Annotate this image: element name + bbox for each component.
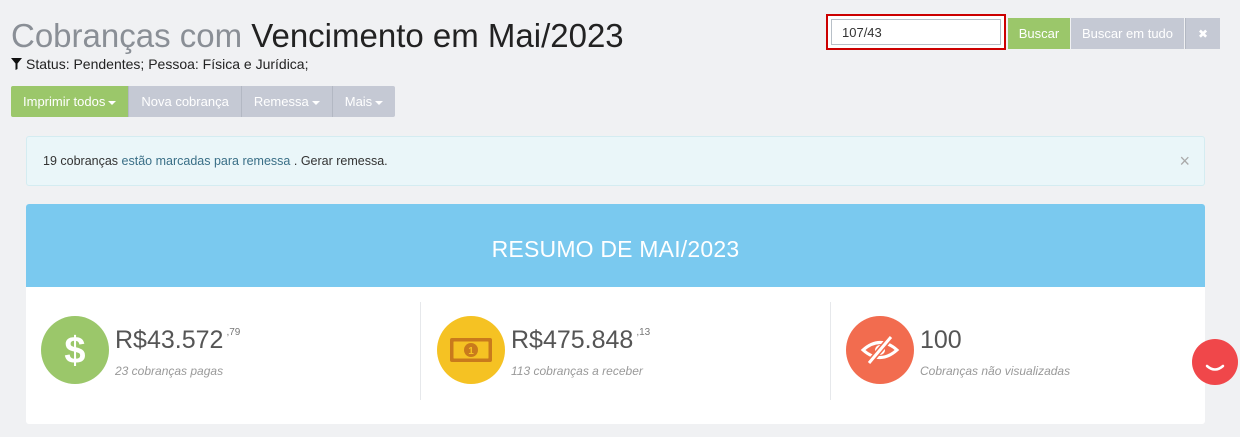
filter-icon xyxy=(11,58,22,70)
stat-not-viewed[interactable]: 100 Cobranças não visualizadas xyxy=(846,302,1186,400)
stat-paid-subtitle: 23 cobranças pagas xyxy=(115,364,224,378)
page-title: Cobranças com Vencimento em Mai/2023 xyxy=(11,16,624,56)
stat-paid-amount: R$43.572 xyxy=(115,326,224,354)
stat-paid-cents: ,79 xyxy=(226,327,241,338)
summary-card: RESUMO DE MAI/2023 $ R$43.572,79 23 cobr… xyxy=(26,204,1205,424)
stat-receivable-value: R$475.848,13 xyxy=(511,326,650,355)
print-all-button[interactable]: Imprimir todos xyxy=(11,86,130,117)
alert-remessa-link[interactable]: estão marcadas para remessa xyxy=(122,154,291,168)
active-filters: Status: Pendentes; Pessoa: Física e Jurí… xyxy=(11,56,308,72)
stat-not-viewed-value: 100 xyxy=(920,326,962,355)
more-label: Mais xyxy=(344,94,373,109)
search-input[interactable] xyxy=(831,19,1001,45)
clear-search-button[interactable]: ✖ xyxy=(1185,18,1220,49)
svg-text:1: 1 xyxy=(468,346,474,357)
chat-widget-button[interactable] xyxy=(1192,339,1238,385)
chat-icon xyxy=(1205,364,1225,371)
close-icon: ✖ xyxy=(1197,27,1209,41)
new-charge-label: Nova cobrança xyxy=(141,94,229,109)
filter-text: Status: Pendentes; Pessoa: Física e Jurí… xyxy=(26,56,309,72)
remessa-button[interactable]: Remessa xyxy=(241,86,333,117)
alert-generate-text[interactable]: . Gerar remessa. xyxy=(294,154,388,168)
more-button[interactable]: Mais xyxy=(332,86,396,117)
banknote-icon: 1 xyxy=(437,316,505,384)
dollar-icon: $ xyxy=(41,316,109,384)
caret-down-icon xyxy=(311,100,320,105)
page-title-main: Vencimento em Mai/2023 xyxy=(251,17,624,54)
new-charge-button[interactable]: Nova cobrança xyxy=(129,86,242,117)
stat-not-viewed-count: 100 xyxy=(920,326,962,354)
page-title-prefix: Cobranças com xyxy=(11,17,243,54)
search-all-button[interactable]: Buscar em tudo xyxy=(1071,18,1184,49)
eye-slash-icon xyxy=(846,316,914,384)
stat-receivable-amount: R$475.848 xyxy=(511,326,634,354)
stat-not-viewed-subtitle: Cobranças não visualizadas xyxy=(920,364,1071,378)
stat-receivable-subtitle: 113 cobranças a receber xyxy=(511,364,643,378)
divider xyxy=(420,302,421,400)
search-box xyxy=(826,14,1006,50)
divider xyxy=(830,302,831,400)
toolbar: Imprimir todos Nova cobrança Remessa Mai… xyxy=(11,86,396,117)
stat-receivable-cents: ,13 xyxy=(636,327,651,338)
remessa-alert: 19 cobranças estão marcadas para remessa… xyxy=(26,136,1205,186)
caret-down-icon xyxy=(375,100,384,105)
svg-text:$: $ xyxy=(64,330,85,370)
summary-title: RESUMO DE MAI/2023 xyxy=(26,204,1205,287)
stat-paid[interactable]: $ R$43.572,79 23 cobranças pagas xyxy=(41,302,421,400)
alert-count: 19 cobranças xyxy=(43,154,119,168)
alert-close-button[interactable]: × xyxy=(1179,137,1190,185)
remessa-label: Remessa xyxy=(253,94,309,109)
stat-receivable[interactable]: 1 R$475.848,13 113 cobranças a receber xyxy=(437,302,817,400)
stat-paid-value: R$43.572,79 xyxy=(115,326,240,355)
search-button[interactable]: Buscar xyxy=(1008,18,1070,49)
print-all-label: Imprimir todos xyxy=(23,94,106,109)
caret-down-icon xyxy=(108,100,117,105)
